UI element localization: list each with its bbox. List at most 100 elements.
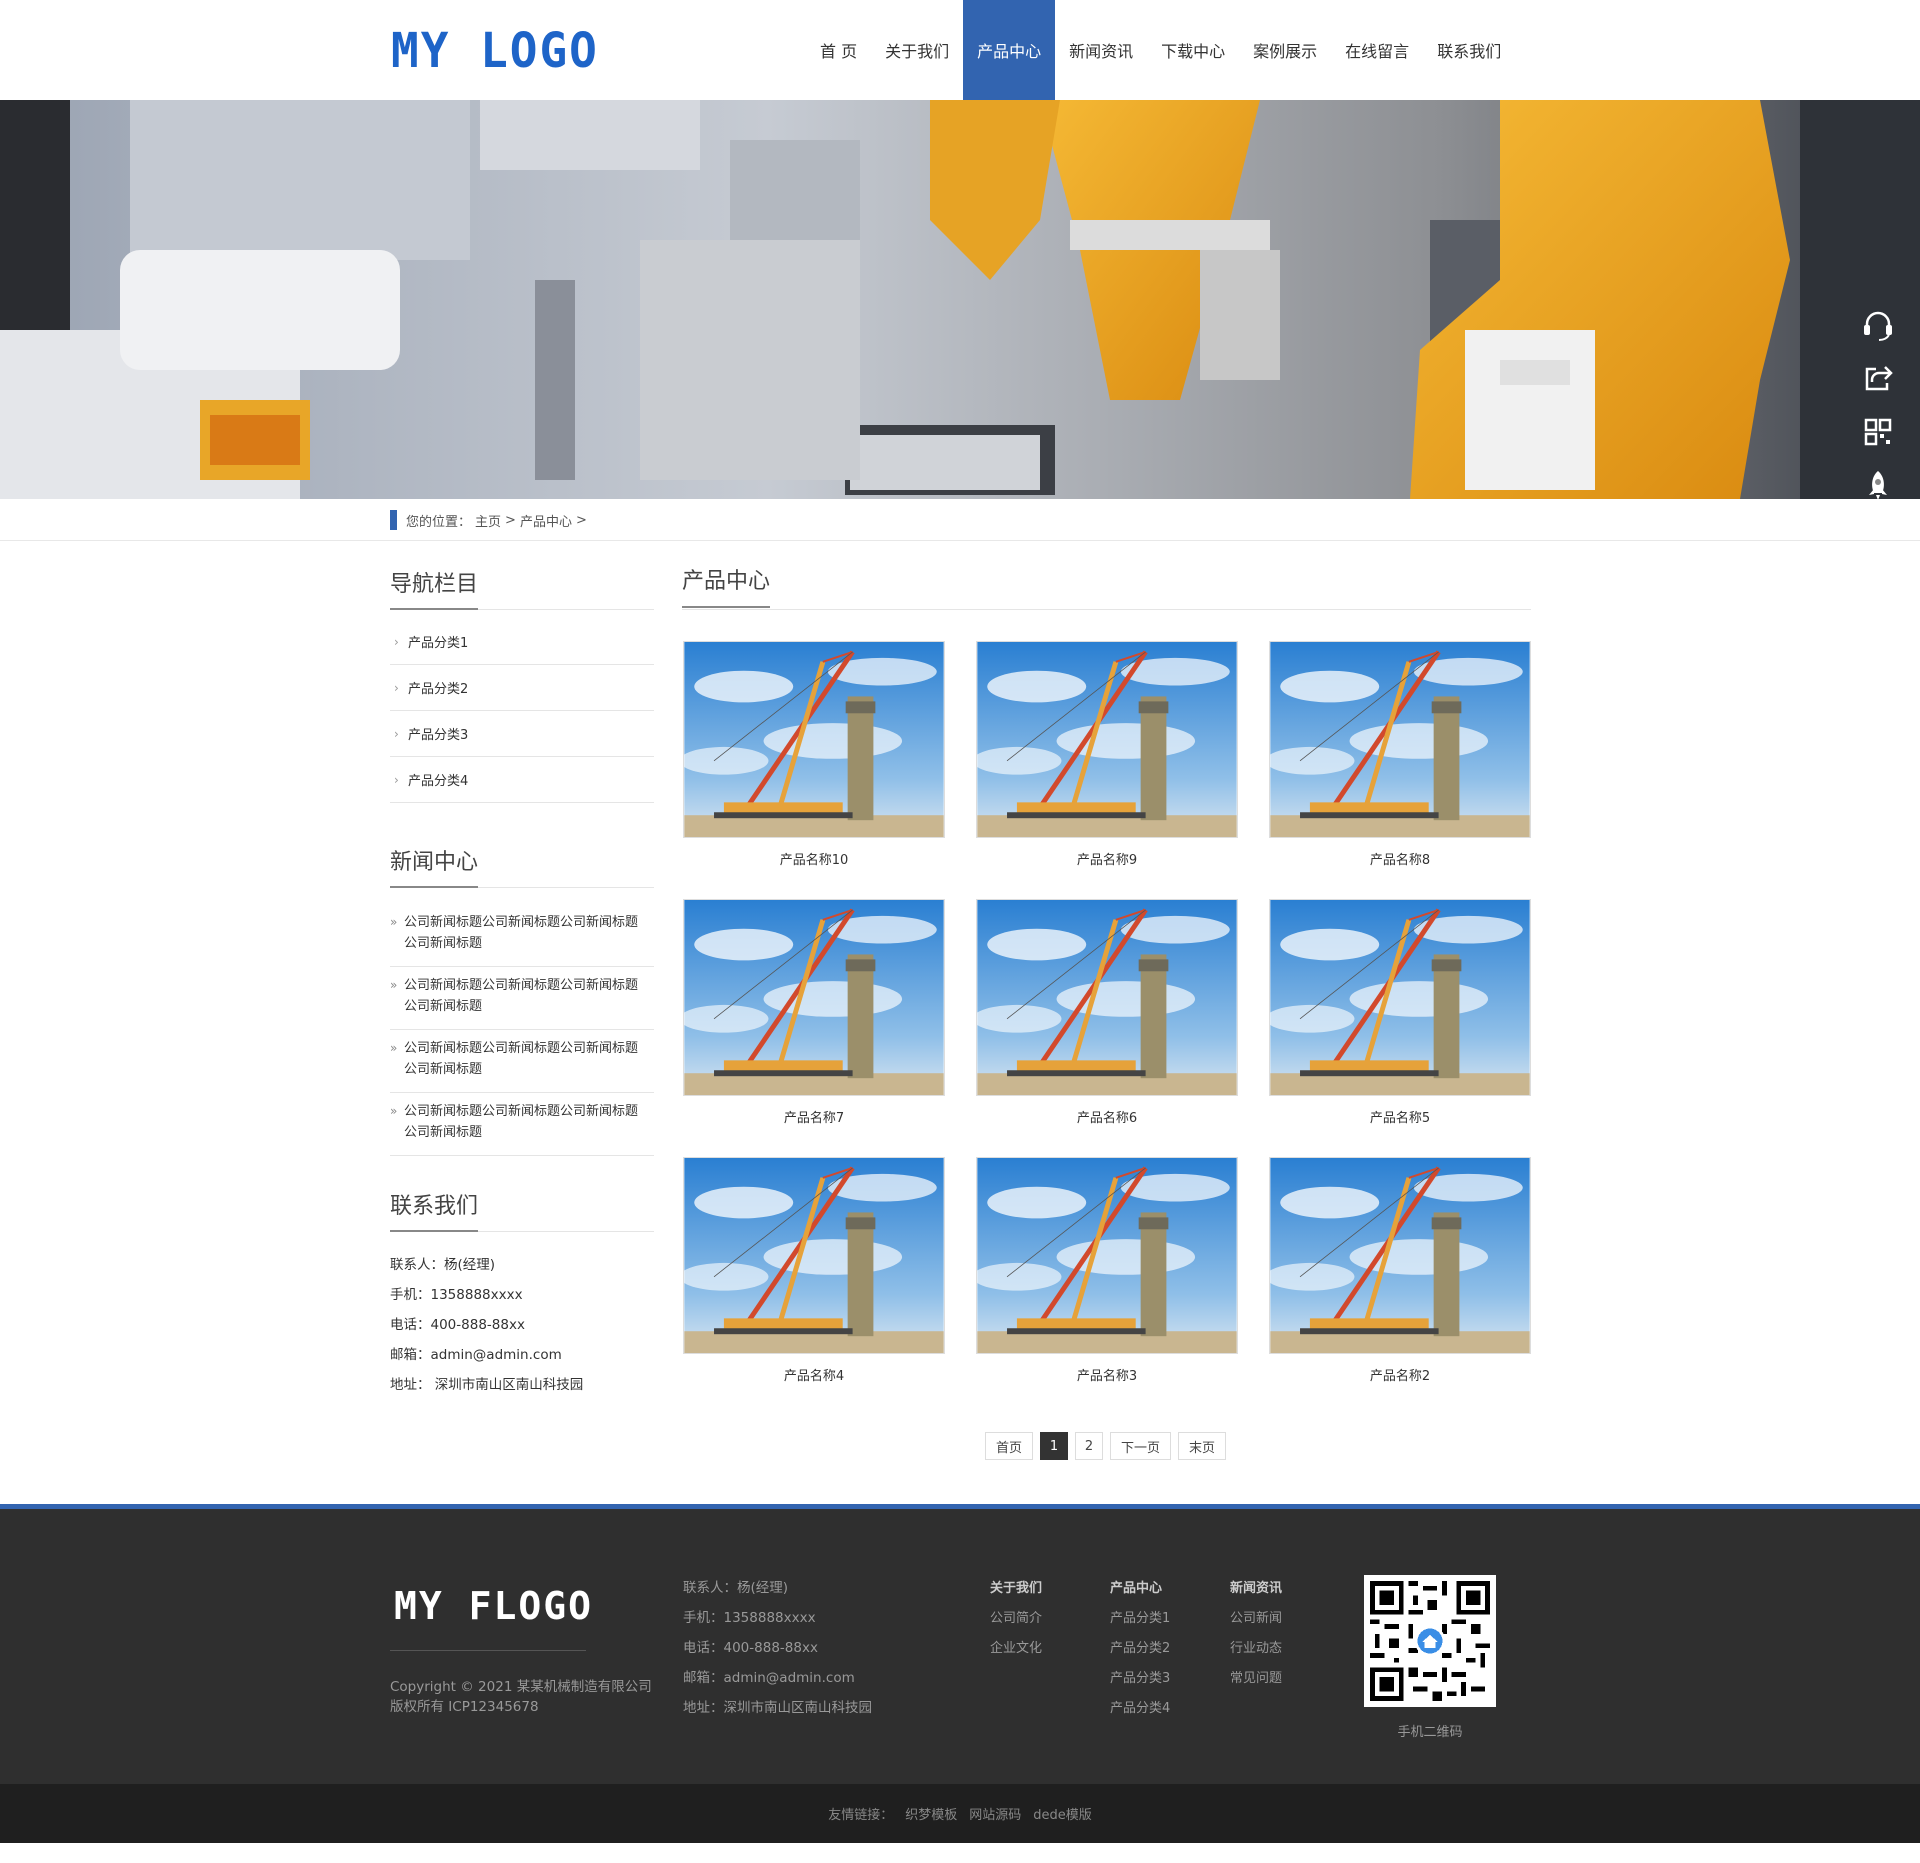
pagination-page-current[interactable]: 1 [1040, 1432, 1069, 1460]
breadcrumb-home-link[interactable]: 主页 [475, 511, 501, 530]
qrcode-icon[interactable] [1858, 412, 1898, 452]
category-label: 产品分类2 [408, 682, 469, 697]
product-card[interactable]: 产品名称3 [976, 1157, 1238, 1384]
rocket-icon[interactable] [1858, 466, 1898, 499]
product-image[interactable] [976, 899, 1238, 1096]
product-name[interactable]: 产品名称10 [683, 849, 945, 868]
nav-products[interactable]: 产品中心 [963, 0, 1056, 100]
product-name[interactable]: 产品名称7 [683, 1107, 945, 1126]
product-image[interactable] [976, 1157, 1238, 1354]
product-image[interactable] [1269, 1157, 1531, 1354]
chevron-right-icon: › [394, 726, 399, 741]
nav-news[interactable]: 新闻资讯 [1055, 0, 1147, 100]
category-item[interactable]: › 产品分类1 [390, 619, 654, 665]
product-image[interactable] [683, 1157, 945, 1354]
nav-message[interactable]: 在线留言 [1331, 0, 1423, 100]
news-item[interactable]: » 公司新闻标题公司新闻标题公司新闻标题公司新闻标题 [390, 1030, 654, 1093]
footer-column-title[interactable]: 新闻资讯 [1230, 1571, 1282, 1601]
friend-links-label: 友情链接： [828, 1808, 894, 1823]
news-item[interactable]: » 公司新闻标题公司新闻标题公司新闻标题公司新闻标题 [390, 904, 654, 967]
friend-links-bar: 友情链接： 织梦模板 网站源码 dede模版 [0, 1784, 1920, 1843]
category-list: › 产品分类1 › 产品分类2 › 产品分类3 › 产品分类4 [390, 619, 654, 803]
breadcrumb-separator: > [575, 512, 587, 528]
product-name[interactable]: 产品名称6 [976, 1107, 1238, 1126]
nav-download[interactable]: 下载中心 [1147, 0, 1239, 100]
news-title: 公司新闻标题公司新闻标题公司新闻标题公司新闻标题 [404, 1104, 639, 1140]
category-item[interactable]: › 产品分类3 [390, 711, 654, 757]
nav-cases[interactable]: 案例展示 [1239, 0, 1331, 100]
category-item[interactable]: › 产品分类2 [390, 665, 654, 711]
product-card[interactable]: 产品名称10 [683, 641, 945, 868]
product-card[interactable]: 产品名称2 [1269, 1157, 1531, 1384]
headset-icon[interactable] [1858, 305, 1898, 345]
product-image[interactable] [683, 899, 945, 1096]
footer-logo[interactable]: MY FLOGO [394, 1584, 593, 1628]
pagination-last[interactable]: 末页 [1178, 1432, 1227, 1460]
contact-person: 联系人：杨(经理) [390, 1257, 496, 1273]
share-icon[interactable] [1858, 359, 1898, 399]
footer-link[interactable]: 公司简介 [990, 1601, 1042, 1631]
breadcrumb-products-link[interactable]: 产品中心 [520, 511, 572, 530]
footer-column-title[interactable]: 关于我们 [990, 1571, 1042, 1601]
product-card[interactable]: 产品名称9 [976, 641, 1238, 868]
news-list: » 公司新闻标题公司新闻标题公司新闻标题公司新闻标题 » 公司新闻标题公司新闻标题公… [390, 904, 654, 1156]
qrcode-image [1364, 1575, 1496, 1707]
footer-contact-phone: 电话：400-888-88xx [683, 1640, 818, 1656]
product-name[interactable]: 产品名称4 [683, 1365, 945, 1384]
contact-address: 地址： 深圳市南山区南山科技园 [390, 1377, 584, 1393]
news-item[interactable]: » 公司新闻标题公司新闻标题公司新闻标题公司新闻标题 [390, 967, 654, 1030]
footer-link[interactable]: 行业动态 [1230, 1631, 1282, 1661]
news-title: 公司新闻标题公司新闻标题公司新闻标题公司新闻标题 [404, 1041, 639, 1077]
pagination: 首页 1 2 下一页 末页 [985, 1432, 1227, 1460]
friend-link[interactable]: 织梦模板 [905, 1804, 957, 1823]
footer-logo-divider [390, 1650, 586, 1651]
footer-column-products: 产品中心 产品分类1 产品分类2 产品分类3 产品分类4 [1110, 1571, 1170, 1721]
sidebar-news-title: 新闻中心 [390, 848, 654, 888]
product-name[interactable]: 产品名称2 [1269, 1365, 1531, 1384]
sidebar-contact-title: 联系我们 [390, 1192, 654, 1232]
category-item[interactable]: › 产品分类4 [390, 757, 654, 803]
product-image[interactable] [1269, 641, 1531, 838]
product-image[interactable] [976, 641, 1238, 838]
footer-link[interactable]: 产品分类1 [1110, 1601, 1170, 1631]
pagination-first[interactable]: 首页 [985, 1432, 1034, 1460]
chevron-right-icon: › [394, 772, 399, 787]
friend-link[interactable]: 网站源码 [969, 1804, 1021, 1823]
footer-column-title[interactable]: 产品中心 [1110, 1571, 1170, 1601]
double-chevron-icon: » [390, 1104, 398, 1118]
footer-link[interactable]: 产品分类2 [1110, 1631, 1170, 1661]
category-label: 产品分类4 [408, 774, 469, 789]
footer-column-about: 关于我们 公司简介 企业文化 [990, 1571, 1042, 1661]
main-nav: 首 页 关于我们 产品中心 新闻资讯 下载中心 案例展示 在线留言 联系我们 [806, 0, 1515, 100]
site-logo[interactable]: MY LOGO [391, 22, 599, 79]
site-header: MY LOGO 首 页 关于我们 产品中心 新闻资讯 下载中心 案例展示 在线留… [0, 0, 1920, 100]
footer-contact-email: 邮箱：admin@admin.com [683, 1670, 855, 1686]
pagination-next[interactable]: 下一页 [1110, 1432, 1172, 1460]
product-image[interactable] [683, 641, 945, 838]
friend-link[interactable]: dede模版 [1033, 1804, 1092, 1823]
product-name[interactable]: 产品名称8 [1269, 849, 1531, 868]
product-image[interactable] [1269, 899, 1531, 1096]
product-name[interactable]: 产品名称9 [976, 849, 1238, 868]
footer-contact-mobile: 手机：1358888xxxx [683, 1610, 816, 1626]
footer-link[interactable]: 企业文化 [990, 1631, 1042, 1661]
sidebar-news-heading: 新闻中心 [390, 848, 479, 888]
footer-link[interactable]: 产品分类3 [1110, 1661, 1170, 1691]
news-item[interactable]: » 公司新闻标题公司新闻标题公司新闻标题公司新闻标题 [390, 1093, 654, 1156]
product-card[interactable]: 产品名称4 [683, 1157, 945, 1384]
product-card[interactable]: 产品名称8 [1269, 641, 1531, 868]
product-card[interactable]: 产品名称6 [976, 899, 1238, 1126]
pagination-page[interactable]: 2 [1075, 1432, 1104, 1460]
nav-home[interactable]: 首 页 [806, 0, 871, 100]
product-name[interactable]: 产品名称3 [976, 1365, 1238, 1384]
sidebar-nav-heading: 导航栏目 [390, 570, 479, 610]
footer-link[interactable]: 常见问题 [1230, 1661, 1282, 1691]
nav-about[interactable]: 关于我们 [871, 0, 963, 100]
nav-contact[interactable]: 联系我们 [1423, 0, 1515, 100]
footer-link[interactable]: 产品分类4 [1110, 1691, 1170, 1721]
product-card[interactable]: 产品名称7 [683, 899, 945, 1126]
side-toolbar [1836, 295, 1920, 499]
product-name[interactable]: 产品名称5 [1269, 1107, 1531, 1126]
footer-link[interactable]: 公司新闻 [1230, 1601, 1282, 1631]
product-card[interactable]: 产品名称5 [1269, 899, 1531, 1126]
